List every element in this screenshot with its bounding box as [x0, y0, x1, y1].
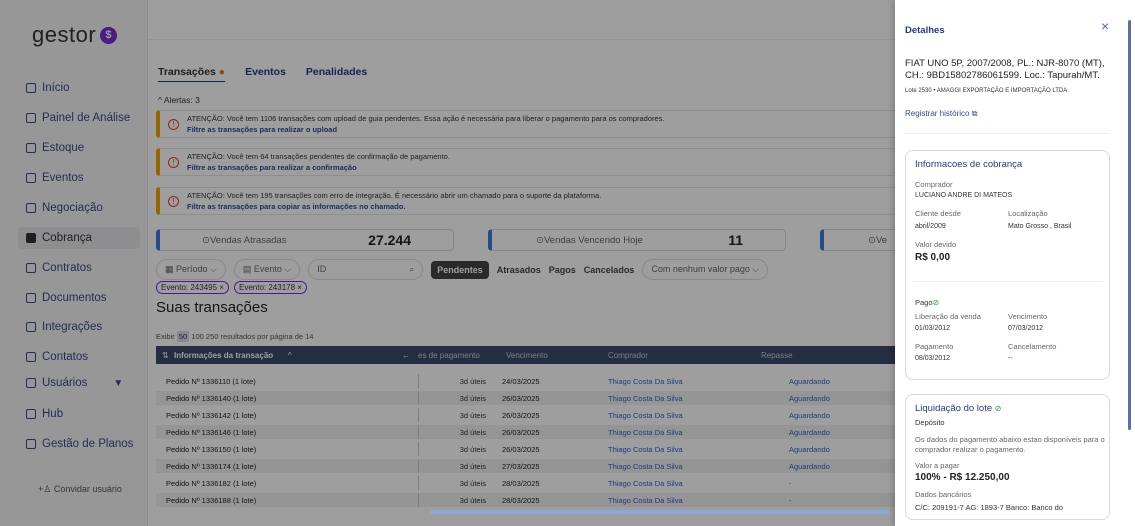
field-value: Mato Grosso , Brasil [1008, 223, 1072, 230]
divider [905, 133, 1110, 134]
check-circle-icon: ⊘ [994, 404, 1002, 413]
field-value: 07/03/2012 [1008, 325, 1044, 332]
field-label: Valor devido [915, 240, 957, 249]
check-circle-icon: ⊘ [932, 298, 940, 307]
payment-method: Depósito [915, 418, 945, 427]
registrar-historico-link[interactable]: Registrar histórico ⧉ [905, 109, 977, 119]
cobranca-card: Informacoes de cobrança Comprador LUCIAN… [905, 150, 1110, 380]
field-value: LUCIANO ANDRE DI MATEOS [915, 192, 1013, 199]
status-label: Pago [915, 298, 933, 307]
valor-devido: R$ 0,00 [915, 252, 951, 263]
field-label: Valor a pagar [915, 461, 960, 470]
lote-info: Lote 2530 • AMAGGI EXPORTAÇÃO E IMPORTAÇ… [905, 88, 1068, 94]
field-value: -- [1008, 355, 1013, 362]
card-title: Informacoes de cobrança [915, 159, 1023, 170]
external-link-icon: ⧉ [969, 109, 978, 118]
status-pago: Pago⊘ [915, 298, 939, 307]
field-value: 01/03/2012 [915, 325, 951, 332]
payment-info: Os dados do pagamento abaixo estao dispo… [915, 435, 1105, 454]
field-label: Localização [1008, 209, 1048, 218]
card-title: Liquidação do lote [915, 403, 993, 414]
field-label: Cliente desde [915, 209, 961, 218]
liquidacao-card: Liquidação do lote ⊘ Depósito Os dados d… [905, 394, 1110, 520]
field-label: Dados bancários [915, 490, 972, 499]
field-value: abril/2009 [915, 223, 946, 230]
field-label: Vencimento [1008, 312, 1048, 321]
registrar-label: Registrar histórico [905, 109, 970, 118]
panel-title: Detalhes [905, 25, 945, 36]
divider [915, 281, 1102, 282]
vehicle-description: FIAT UNO 5P, 2007/2008, PL.: NJR-8070 (M… [905, 58, 1105, 81]
field-label: Comprador [915, 180, 953, 189]
app: gestor $ Início Painel de Análise Estoque… [0, 0, 1135, 526]
close-icon[interactable]: × [1101, 18, 1109, 34]
field-label: Liberação da venda [915, 312, 981, 321]
field-value: 08/03/2012 [915, 355, 951, 362]
bank-details: C/C: 209191-7 AG: 1893-7 Banco: Banco do [915, 503, 1064, 512]
vertical-scrollbar[interactable] [1128, 20, 1131, 430]
field-label: Cancelamento [1008, 342, 1057, 351]
horizontal-scrollbar[interactable] [430, 510, 890, 514]
modal-backdrop[interactable] [0, 0, 895, 526]
field-label: Pagamento [915, 342, 954, 351]
valor-a-pagar: 100% - R$ 12.250,00 [915, 472, 1010, 483]
details-panel: Detalhes × FIAT UNO 5P, 2007/2008, PL.: … [895, 0, 1135, 526]
